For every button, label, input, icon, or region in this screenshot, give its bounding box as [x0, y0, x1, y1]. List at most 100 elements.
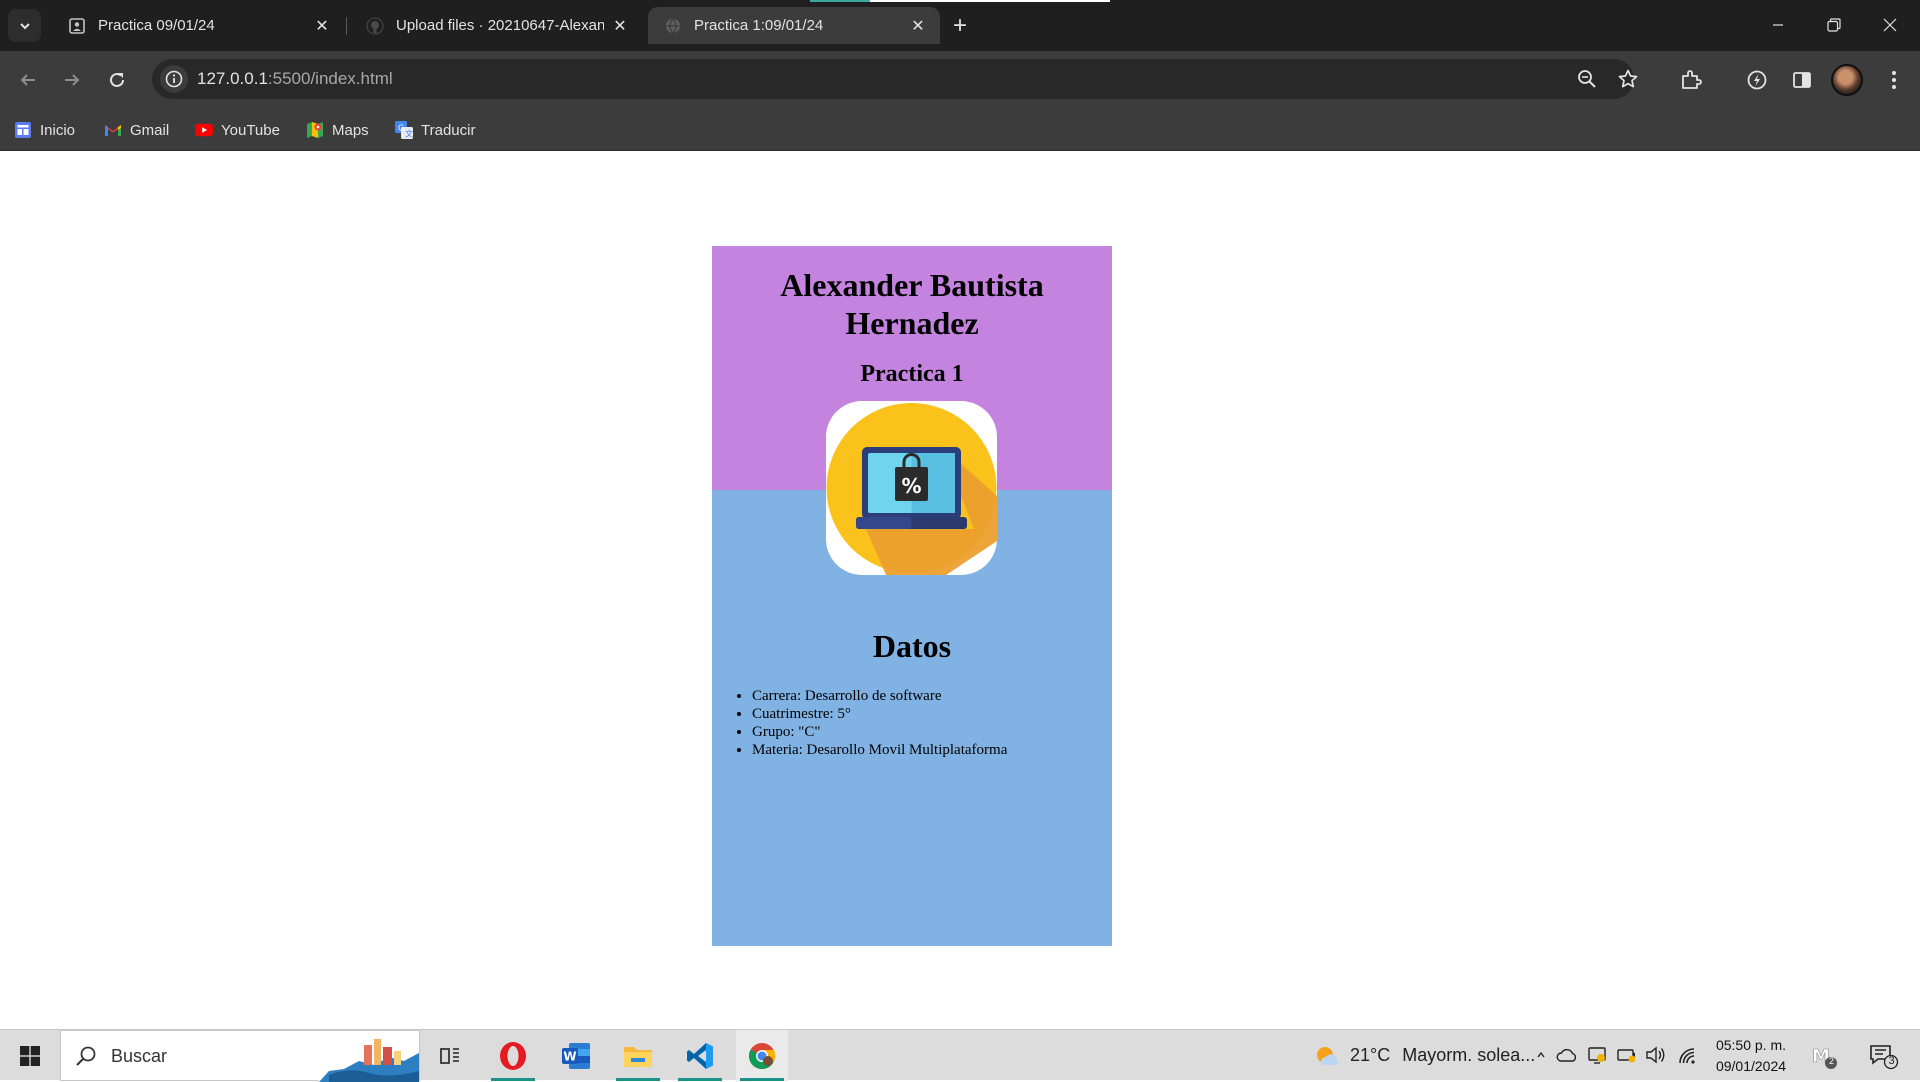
bookmark-gmail[interactable]: Gmail [104, 117, 169, 143]
taskbar-search[interactable]: Buscar [60, 1030, 420, 1082]
section-title-datos: Datos [872, 628, 952, 664]
reload-button[interactable] [99, 62, 135, 98]
file-explorer-icon [624, 1046, 652, 1067]
start-button[interactable] [10, 1038, 50, 1074]
bookmark-label: YouTube [221, 121, 280, 139]
weather-icon[interactable] [1314, 1043, 1340, 1069]
url-text[interactable]: 127.0.0.1:5500/index.html [197, 69, 393, 89]
tab-practica-1[interactable]: Practica 1:09/01/24 ✕ [648, 7, 940, 44]
volume-icon[interactable] [1645, 1044, 1667, 1066]
list-item: Carrera: Desarrollo de software [752, 687, 1007, 705]
bookmark-maps[interactable]: Maps [306, 117, 369, 143]
task-view-icon [440, 1047, 459, 1064]
minimize-button[interactable] [1750, 0, 1806, 50]
laptop-shopping-bag-percent-icon: % [826, 401, 997, 575]
taskbar-opera[interactable] [487, 1030, 539, 1081]
address-bar[interactable]: 127.0.0.1:5500/index.html [152, 59, 1638, 99]
clock-date: 09/01/2024 [1715, 1058, 1787, 1074]
notifications-icon[interactable]: 3 [1868, 1042, 1900, 1070]
performance-icon[interactable] [1743, 66, 1771, 94]
close-icon[interactable]: ✕ [908, 16, 928, 36]
close-icon [1883, 18, 1897, 32]
taskbar-vscode[interactable] [674, 1030, 726, 1081]
zoom-icon[interactable] [1575, 67, 1599, 91]
svg-text:W: W [563, 1049, 576, 1063]
tab-upload-files[interactable]: Upload files · 20210647-Alexander ✕ [350, 7, 642, 44]
bookmark-youtube[interactable]: YouTube [195, 117, 280, 143]
chevron-up-icon[interactable] [1536, 1044, 1546, 1066]
search-placeholder: Buscar [111, 1046, 168, 1066]
bookmark-inicio[interactable]: Inicio [14, 117, 75, 143]
practice-title: Practica 1 [860, 361, 964, 387]
tab-title: Practica 1:09/01/24 [694, 17, 824, 34]
forward-button[interactable] [54, 62, 90, 98]
list-item: Grupo: "C" [752, 723, 1007, 741]
svg-text:文: 文 [405, 129, 413, 139]
tab-separator [346, 17, 347, 35]
restore-button[interactable] [1806, 0, 1862, 50]
reload-icon [110, 72, 124, 87]
extensions-icon[interactable] [1677, 66, 1705, 94]
maps-icon [306, 121, 324, 139]
bookmark-label: Maps [332, 121, 369, 139]
wifi-icon[interactable] [1675, 1044, 1697, 1066]
close-icon[interactable]: ✕ [312, 16, 332, 36]
home-grid-icon [14, 121, 32, 139]
github-icon [366, 17, 384, 35]
bookmark-traducir[interactable]: G文 Traducir [395, 117, 475, 143]
url-path: :5500/index.html [267, 69, 393, 88]
windows-taskbar: Buscar W 21°C Mayorm. solea... 05:50 p. … [0, 1029, 1920, 1082]
youtube-icon [195, 121, 213, 139]
taskbar-task-view[interactable] [424, 1030, 476, 1081]
close-icon[interactable]: ✕ [610, 16, 630, 36]
minimize-icon [1773, 24, 1783, 26]
close-window-button[interactable] [1862, 0, 1918, 50]
back-button[interactable] [10, 62, 46, 98]
notification-count: 3 [1888, 1055, 1895, 1067]
svg-text:G: G [398, 124, 404, 133]
bookmark-label: Inicio [40, 121, 76, 139]
chevron-down-icon [19, 22, 30, 29]
tab-search-button[interactable] [8, 9, 41, 42]
bookmarks-bar: Inicio Gmail YouTube Maps G文 Traducir [0, 108, 1920, 151]
bookmark-label: Traducir [421, 121, 476, 139]
translate-icon: G文 [395, 121, 413, 139]
url-host: 127.0.0.1 [197, 69, 268, 88]
list-item: Materia: Desarollo Movil Multiplataforma [752, 741, 1007, 759]
bookmark-star-icon[interactable] [1616, 67, 1640, 91]
more-menu-icon[interactable] [1880, 66, 1908, 94]
profile-card: Alexander Bautista Hernadez Practica 1 %… [712, 246, 1112, 946]
meet-now-icon[interactable]: M 2 [1810, 1042, 1838, 1070]
onedrive-icon[interactable] [1556, 1044, 1578, 1066]
weather-desc: Mayorm. solea... [1402, 1045, 1536, 1065]
battery-icon[interactable] [1616, 1044, 1638, 1066]
site-info-icon[interactable] [160, 65, 188, 93]
taskbar-clock[interactable]: 05:50 p. m. 09/01/2024 [1706, 1035, 1796, 1077]
defender-icon[interactable] [1586, 1044, 1608, 1066]
weather-widget[interactable]: 21°C Mayorm. solea... [1350, 1030, 1535, 1081]
taskbar-file-explorer[interactable] [612, 1030, 664, 1081]
restore-icon [1827, 18, 1841, 32]
meet-badge: 2 [1828, 1056, 1834, 1066]
tab-title: Practica 09/01/24 [98, 17, 215, 34]
profile-avatar[interactable] [1831, 64, 1863, 96]
vscode-icon [687, 1042, 713, 1069]
taskbar-chrome[interactable] [736, 1030, 788, 1081]
gmail-icon [104, 121, 122, 139]
arrow-left-icon [20, 74, 35, 86]
clock-time: 05:50 p. m. [1715, 1037, 1787, 1053]
side-panel-icon[interactable] [1788, 66, 1816, 94]
list-item: Cuatrimestre: 5° [752, 705, 1007, 723]
student-name: Alexander Bautista Hernadez [780, 267, 1044, 341]
tab-practica-09[interactable]: Practica 09/01/24 ✕ [52, 7, 344, 44]
new-tab-button[interactable]: + [944, 12, 976, 40]
tab-strip-accent [810, 0, 870, 2]
globe-icon [664, 17, 682, 35]
chrome-icon [748, 1042, 776, 1069]
opera-icon [500, 1041, 526, 1070]
bookmark-label: Gmail [130, 121, 170, 139]
taskbar-word[interactable]: W [550, 1030, 602, 1081]
word-icon: W [562, 1042, 590, 1069]
browser-toolbar: 127.0.0.1:5500/index.html [0, 51, 1920, 108]
svg-text:%: % [901, 474, 921, 498]
